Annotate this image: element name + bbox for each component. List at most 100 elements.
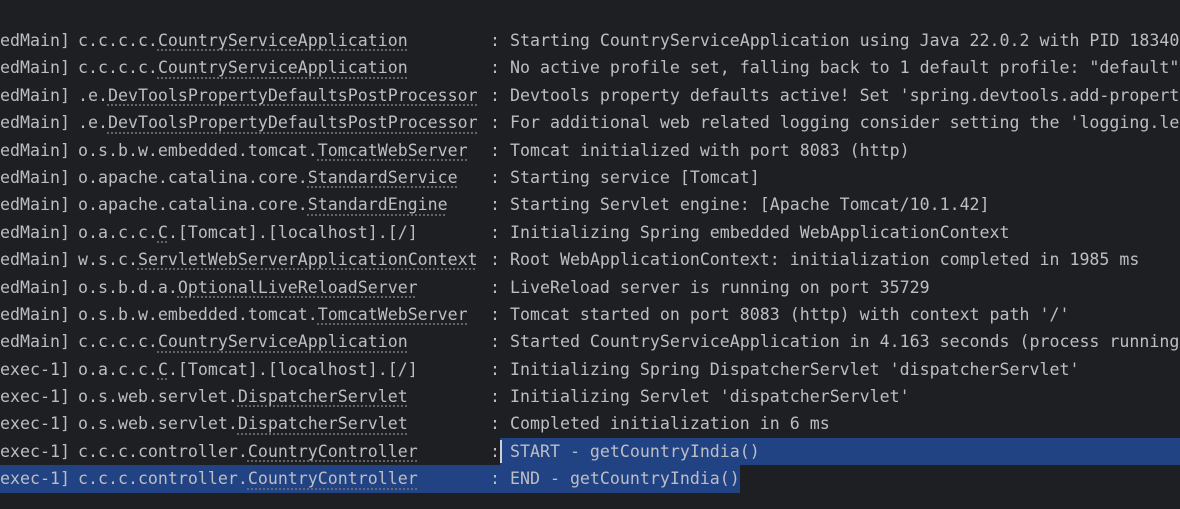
log-line[interactable]: edMain] o.s.b.w.embedded.tomcat.TomcatWeb… [0, 301, 1180, 328]
console-output[interactable]: edMain] c.c.c.c.CountryServiceApplication… [0, 0, 1180, 509]
log-message: LiveReload server is running on port 357… [510, 277, 930, 297]
log-message: Tomcat started on port 8083 (http) with … [510, 304, 1070, 324]
log-line[interactable]: exec-1] o.s.web.servlet.DispatcherServlet… [0, 410, 1180, 437]
log-line[interactable]: edMain] o.a.c.c.C.[Tomcat].[localhost].[/… [0, 219, 1180, 246]
log-separator: : [490, 85, 500, 105]
logger-class-link[interactable]: DevToolsPropertyDefaultsPostProcessor [108, 113, 478, 132]
log-thread: edMain] [0, 31, 70, 50]
log-logger: o.s.b.w.embedded.tomcat.TomcatWebServer [78, 137, 490, 164]
log-thread: edMain] [0, 195, 70, 215]
log-logger: o.apache.catalina.core.StandardService [78, 164, 490, 191]
log-separator: : [490, 222, 500, 242]
logger-package: o.a.c.c. [78, 359, 158, 379]
logger-package: o.s.b.d.a. [78, 277, 178, 297]
logger-package: c.c.c.controller. [78, 441, 248, 461]
log-line[interactable]: exec-1] c.c.c.controller.CountryControlle… [0, 437, 1180, 466]
logger-package: .e. [78, 85, 108, 105]
log-message: Initializing Spring embedded WebApplicat… [510, 222, 1010, 242]
log-line[interactable]: exec-1] c.c.c.controller.CountryControlle… [0, 465, 740, 493]
logger-package: .e. [78, 113, 108, 133]
log-message: Initializing Spring DispatcherServlet 'd… [510, 359, 1080, 379]
log-thread: exec-1] [0, 441, 70, 461]
logger-class-link[interactable]: StandardService [308, 168, 458, 187]
log-line[interactable]: exec-1] o.s.web.servlet.DispatcherServlet… [0, 383, 1180, 410]
logger-class-link[interactable]: TomcatWebServer [318, 141, 468, 160]
log-line[interactable]: edMain] o.apache.catalina.core.StandardEn… [0, 191, 1180, 218]
logger-package: c.c.c.c. [78, 31, 158, 50]
log-message: Completed initialization in 6 ms [510, 414, 830, 434]
logger-class-link[interactable]: CountryServiceApplication [158, 31, 408, 50]
logger-class-link[interactable]: CountryServiceApplication [158, 332, 408, 351]
logger-class-link[interactable]: CountryController [248, 442, 418, 461]
log-logger: o.a.c.c.C.[Tomcat].[localhost].[/] [78, 219, 490, 246]
log-thread: exec-1] [0, 414, 70, 434]
log-thread: edMain] [0, 222, 70, 242]
logger-class-link[interactable]: DevToolsPropertyDefaultsPostProcessor [108, 86, 478, 105]
logger-class-link[interactable]: CountryServiceApplication [158, 58, 408, 77]
log-separator: : [490, 277, 500, 297]
logger-class-link[interactable]: C [158, 223, 168, 242]
log-message: Starting Servlet engine: [Apache Tomcat/… [510, 195, 990, 215]
log-line[interactable]: edMain] c.c.c.c.CountryServiceApplication… [0, 27, 1180, 54]
log-message: Starting service [Tomcat] [510, 167, 760, 187]
logger-class-link[interactable]: StandardEngine [308, 195, 448, 214]
log-thread: edMain] [0, 304, 70, 324]
log-logger: o.a.c.c.C.[Tomcat].[localhost].[/] [78, 356, 490, 383]
logger-class-link[interactable]: ServletWebServerApplicationContext [138, 250, 478, 269]
log-logger: o.apache.catalina.core.StandardEngine [78, 191, 490, 218]
log-message: Root WebApplicationContext: initializati… [510, 250, 1140, 270]
log-separator: : [490, 31, 500, 50]
log-logger: c.c.c.controller.CountryController [78, 465, 490, 492]
log-line[interactable]: edMain] o.apache.catalina.core.StandardSe… [0, 164, 1180, 191]
log-line[interactable]: edMain] o.s.b.d.a.OptionalLiveReloadServe… [0, 274, 1180, 301]
log-line[interactable]: edMain] .e.DevToolsPropertyDefaultsPostPr… [0, 109, 1180, 136]
log-separator: : [490, 304, 500, 324]
logger-package: c.c.c.controller. [78, 469, 248, 489]
log-thread: edMain] [0, 167, 70, 187]
logger-package: o.s.web.servlet. [78, 414, 238, 434]
log-separator: : [490, 113, 500, 133]
log-logger: c.c.c.c.CountryServiceApplication [78, 54, 490, 81]
log-line[interactable]: edMain] w.s.c.ServletWebServerApplication… [0, 246, 1180, 273]
logger-class-link[interactable]: TomcatWebServer [318, 305, 468, 324]
logger-package: o.a.c.c. [78, 222, 158, 242]
logger-class-link[interactable]: OptionalLiveReloadServer [178, 278, 418, 297]
log-thread: exec-1] [0, 469, 70, 489]
log-line[interactable]: edMain] c.c.c.c.CountryServiceApplication… [0, 328, 1180, 355]
log-separator: : [490, 58, 500, 78]
logger-class-link[interactable]: CountryController [248, 469, 418, 488]
log-thread: edMain] [0, 250, 70, 270]
log-logger: o.s.b.w.embedded.tomcat.TomcatWebServer [78, 301, 490, 328]
log-thread: edMain] [0, 140, 70, 160]
log-separator: : [490, 167, 500, 187]
log-logger: w.s.c.ServletWebServerApplicationContext [78, 246, 490, 273]
logger-package: c.c.c.c. [78, 58, 158, 78]
log-line[interactable]: edMain] c.c.c.c.CountryServiceApplication… [0, 54, 1180, 81]
log-thread: edMain] [0, 277, 70, 297]
logger-class-link[interactable]: C [158, 360, 168, 379]
log-separator: : [490, 250, 500, 270]
log-logger: c.c.c.controller.CountryController [78, 438, 490, 465]
log-message: START - getCountryIndia() [510, 441, 760, 461]
log-separator: : [490, 387, 500, 407]
log-separator: : [490, 469, 500, 489]
logger-class-link[interactable]: DispatcherServlet [238, 414, 408, 433]
logger-package: o.s.web.servlet. [78, 387, 238, 407]
logger-suffix: .[Tomcat].[localhost].[/] [167, 222, 418, 242]
log-message: No active profile set, falling back to 1… [510, 58, 1180, 78]
log-line[interactable]: edMain] .e.DevToolsPropertyDefaultsPostPr… [0, 82, 1180, 109]
log-message: For additional web related logging consi… [510, 113, 1180, 133]
log-message: Tomcat initialized with port 8083 (http) [510, 140, 910, 160]
log-thread: exec-1] [0, 359, 70, 379]
logger-package: w.s.c. [78, 250, 138, 270]
log-thread: edMain] [0, 332, 70, 352]
log-line[interactable]: edMain] o.s.b.w.embedded.tomcat.TomcatWeb… [0, 137, 1180, 164]
logger-package: o.apache.catalina.core. [78, 195, 308, 215]
logger-package: o.apache.catalina.core. [78, 167, 308, 187]
log-logger: c.c.c.c.CountryServiceApplication [78, 27, 490, 54]
log-line[interactable]: exec-1] o.a.c.c.C.[Tomcat].[localhost].[/… [0, 356, 1180, 383]
logger-class-link[interactable]: DispatcherServlet [238, 387, 408, 406]
log-message: Starting CountryServiceApplication using… [510, 31, 1180, 50]
log-logger: .e.DevToolsPropertyDefaultsPostProcessor [78, 82, 490, 109]
log-separator: : [490, 414, 500, 434]
